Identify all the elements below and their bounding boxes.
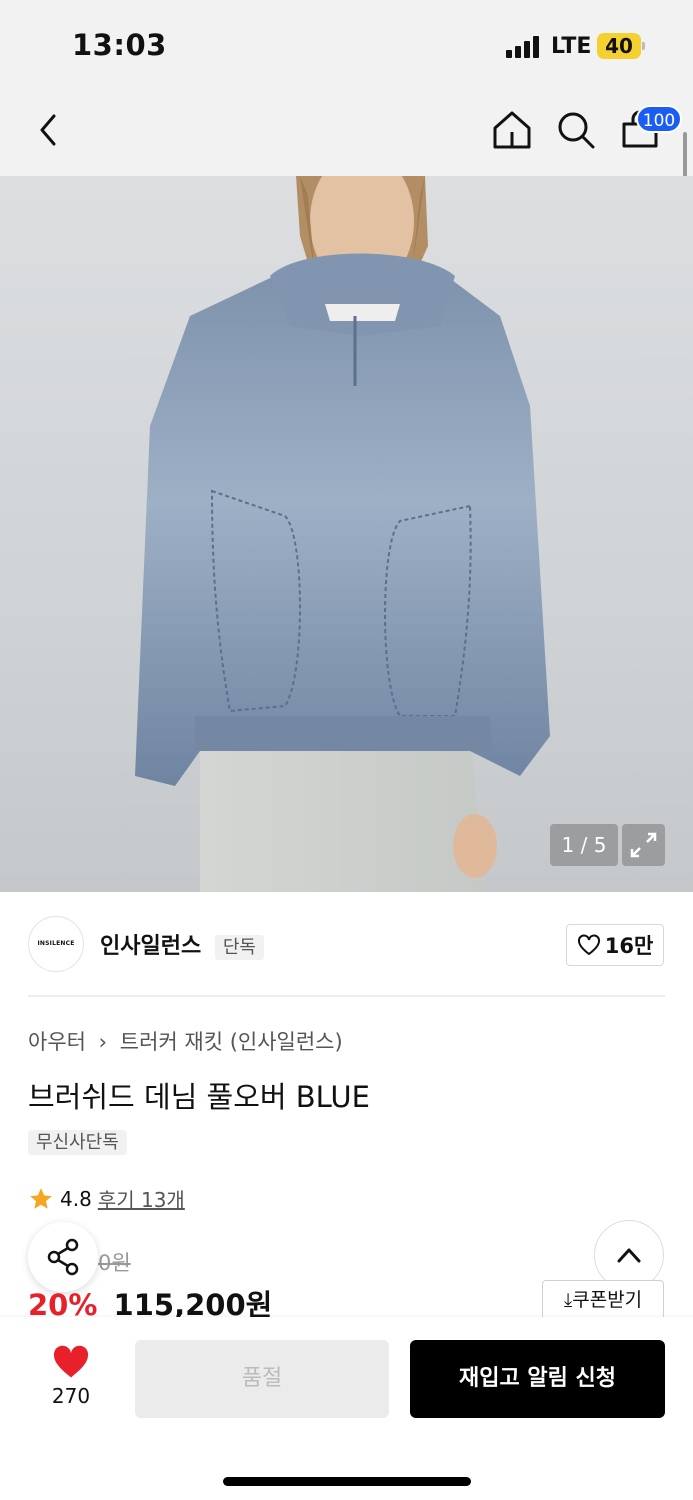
review-link[interactable]: 후기 13개 (98, 1184, 185, 1213)
breadcrumb[interactable]: 아우터 › 트러커 재킷 (인사일런스) (28, 1026, 343, 1056)
brand-name-text[interactable]: 인사일런스 (100, 934, 201, 959)
exclusive-tag: 단독 (214, 935, 264, 960)
breadcrumb-item[interactable]: 아우터 (28, 1030, 86, 1054)
rating-row[interactable]: 4.8 후기 13개 (28, 1184, 185, 1213)
product-badge-text: 무신사단독 (28, 1130, 127, 1155)
divider (28, 995, 665, 997)
download-icon: ⤓ (563, 1289, 573, 1311)
product-title: 브러쉬드 데님 풀오버 BLUE (28, 1080, 370, 1114)
product-image[interactable] (0, 176, 693, 892)
chevron-up-icon (617, 1248, 641, 1263)
brand-logo[interactable]: INSILENCE (28, 916, 84, 972)
coupon-label: 쿠폰받기 (572, 1289, 643, 1311)
brand-like-button[interactable]: 16만 (566, 924, 664, 966)
product-badge: 무신사단독 (28, 1128, 127, 1155)
image-counter: 1 / 5 (550, 824, 618, 866)
brand-like-count: 16만 (604, 934, 654, 958)
status-time: 13:03 (72, 28, 167, 62)
breadcrumb-item[interactable]: 트러커 재킷 (인사일런스) (120, 1030, 343, 1054)
back-icon[interactable] (28, 108, 72, 152)
home-indicator (223, 1477, 471, 1486)
heart-outline-icon (577, 934, 600, 956)
original-price: 0원 (98, 1251, 131, 1275)
home-icon[interactable] (490, 108, 534, 152)
cart-count-badge: 100 (636, 105, 682, 133)
signal-icon (506, 36, 544, 58)
network-label: LTE (551, 34, 592, 59)
battery-icon: 40 (597, 33, 641, 59)
battery-tip (642, 42, 645, 50)
search-icon[interactable] (554, 108, 598, 152)
coupon-button[interactable]: ⤓쿠폰받기 (542, 1280, 664, 1320)
product-photo-illustration (135, 176, 550, 892)
rating-value: 4.8 (60, 1186, 92, 1211)
expand-icon[interactable] (622, 824, 665, 866)
restock-alert-button[interactable]: 재입고 알림 신청 (410, 1340, 665, 1418)
brand-name[interactable]: 인사일런스 단독 (100, 928, 264, 960)
like-count: 270 (51, 1384, 91, 1408)
soldout-button: 품절 (135, 1340, 389, 1418)
star-icon (30, 1187, 52, 1209)
chevron-right-icon: › (98, 1030, 108, 1054)
heart-icon[interactable] (52, 1345, 90, 1383)
